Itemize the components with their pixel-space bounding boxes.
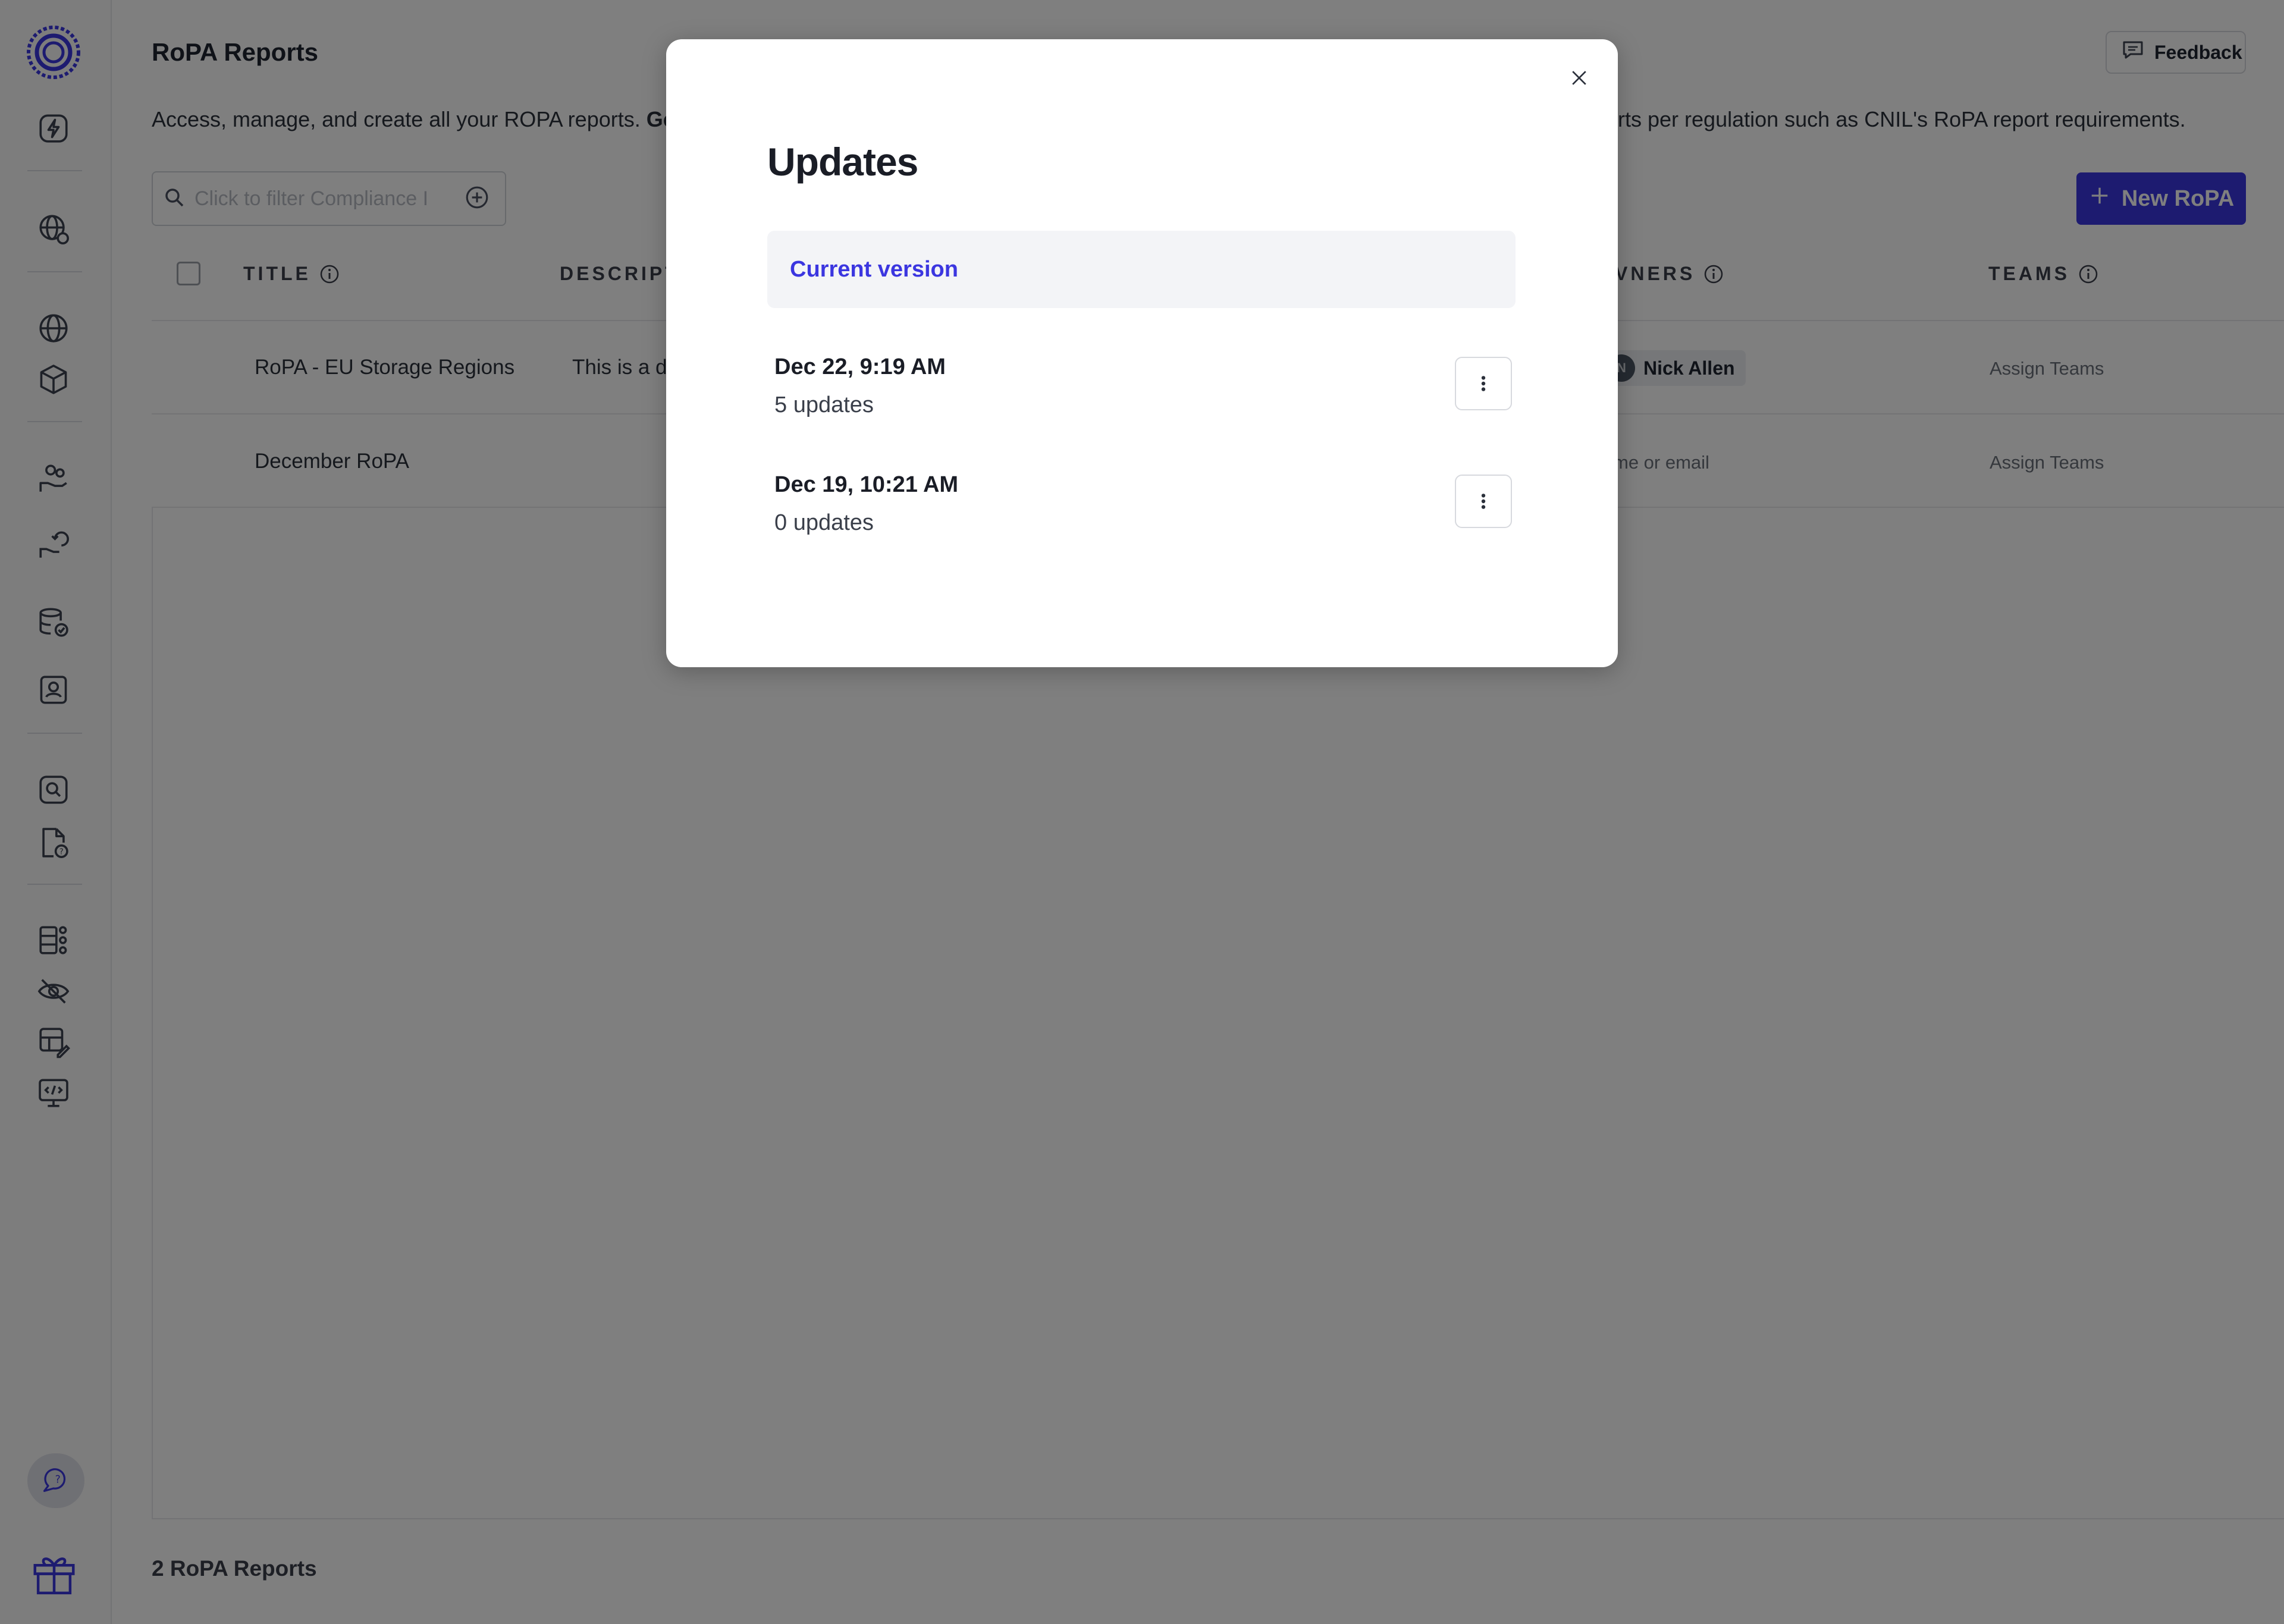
modal-title: Updates bbox=[767, 140, 918, 184]
version-item[interactable]: Dec 22, 9:19 AM 5 updates bbox=[774, 354, 1512, 426]
current-version-item[interactable]: Current version bbox=[767, 231, 1516, 308]
kebab-icon bbox=[1481, 376, 1486, 391]
more-options-button[interactable] bbox=[1455, 357, 1512, 410]
updates-modal: Updates Current version Dec 22, 9:19 AM … bbox=[666, 39, 1618, 667]
version-update-count: 0 updates bbox=[774, 510, 874, 535]
version-date: Dec 22, 9:19 AM bbox=[774, 354, 946, 379]
kebab-icon bbox=[1481, 494, 1486, 509]
version-date: Dec 19, 10:21 AM bbox=[774, 472, 959, 497]
version-item[interactable]: Dec 19, 10:21 AM 0 updates bbox=[774, 472, 1512, 544]
current-version-label: Current version bbox=[790, 256, 958, 282]
version-update-count: 5 updates bbox=[774, 392, 874, 417]
more-options-button[interactable] bbox=[1455, 475, 1512, 528]
close-icon[interactable] bbox=[1564, 63, 1594, 93]
